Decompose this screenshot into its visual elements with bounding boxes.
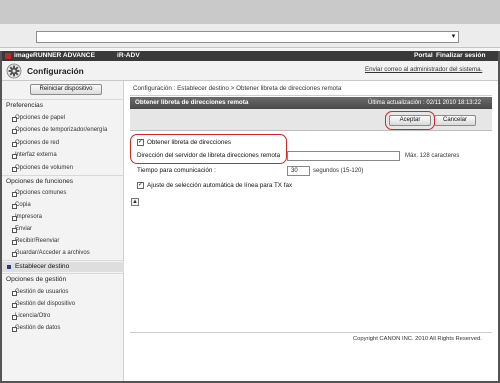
auto-line-selection-label: Ajuste de selección automática de línea … <box>147 182 293 189</box>
portal-link[interactable]: Portal <box>414 51 433 61</box>
timeout-label: Tiempo para comunicación : <box>137 167 216 174</box>
breadcrumb-divider <box>130 95 492 96</box>
restart-device-button[interactable]: Reiniciar dispositivo <box>30 84 102 95</box>
sidebar-section-management: Opciones de gestión <box>6 276 67 283</box>
product-name: imageRUNNER ADVANCE <box>14 52 95 59</box>
sidebar-item-receive-forward[interactable]: Recibir/Reenviar <box>11 238 59 245</box>
sidebar-item-user-management[interactable]: Gestión de usuarios <box>11 289 68 296</box>
gear-icon <box>6 63 22 79</box>
sidebar-item-set-destination[interactable]: Establecer destino <box>15 263 69 270</box>
sidebar-divider <box>2 273 124 274</box>
address-input[interactable] <box>36 31 459 43</box>
sidebar-item-copy[interactable]: Copia <box>12 202 31 209</box>
device-name: iR-ADV <box>117 52 140 59</box>
auto-line-selection-checkbox[interactable]: ✓ <box>137 182 144 189</box>
sidebar-item-network[interactable]: Opciones de red <box>11 140 59 147</box>
sidebar-item-timer-energy[interactable]: Opciones de temporizador/energía <box>11 127 107 134</box>
timeout-input[interactable]: 30 <box>287 166 310 176</box>
copyright: Copyright CANON INC. 2010 All Rights Res… <box>353 336 482 342</box>
sidebar-item-send[interactable]: Enviar <box>11 226 32 233</box>
breadcrumb: Configuración : Establecer destino > Obt… <box>133 85 342 92</box>
sidebar-divider <box>2 260 124 261</box>
sidebar-section-preferences: Preferencias <box>6 102 44 109</box>
logout-link[interactable]: Finalizar sesión <box>436 51 485 61</box>
server-address-input[interactable] <box>287 151 400 161</box>
top-of-page-icon[interactable]: ▲ <box>131 198 139 206</box>
email-admin-link[interactable]: Enviar correo al administrador del siste… <box>365 61 482 79</box>
last-update: Última actualización : 02/11 2010 18:13:… <box>368 100 481 106</box>
sidebar-item-common[interactable]: Opciones comunes <box>11 190 66 197</box>
sidebar-item-device-management[interactable]: Gestión del dispositivo <box>11 301 75 308</box>
dropdown-arrow-icon[interactable]: ▾ <box>449 32 458 42</box>
page-heading: Configuración <box>27 66 84 76</box>
sidebar-item-external-interface[interactable]: Interfaz externa <box>12 152 57 159</box>
sidebar-item-store-access[interactable]: Guardar/Acceder a archivos <box>12 250 90 257</box>
sidebar-item-paper[interactable]: Opciones de papel <box>11 115 65 122</box>
highlight-address-book-fields <box>130 134 287 164</box>
sidebar-item-printer[interactable]: Impresora <box>11 214 42 221</box>
sidebar-divider <box>2 99 124 100</box>
sidebar-item-data-management[interactable]: Gestión de datos <box>11 325 60 332</box>
selected-bullet-icon <box>7 265 11 269</box>
panel-title: Obtener libreta de direcciones remota <box>135 99 249 106</box>
browser-titlebar <box>0 0 500 24</box>
sidebar-section-functions: Opciones de funciones <box>6 178 74 185</box>
timeout-unit: segundos (15-120) <box>313 168 364 174</box>
highlight-ok-button <box>385 111 435 130</box>
cancel-button[interactable]: Cancelar <box>434 115 476 126</box>
canon-logo-icon <box>5 53 11 59</box>
sidebar-item-license[interactable]: Licencia/Otro <box>11 313 50 320</box>
footer-divider <box>130 332 492 333</box>
server-address-hint: Máx. 128 caracteres <box>405 153 460 159</box>
sidebar-item-volume[interactable]: Opciones de volumen <box>11 165 73 172</box>
window-frame-left <box>0 51 2 383</box>
sidebar-divider <box>2 175 124 176</box>
